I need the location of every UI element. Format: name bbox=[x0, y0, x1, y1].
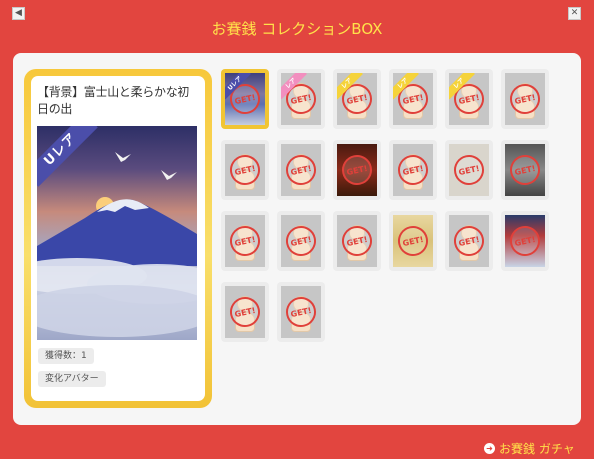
collection-item[interactable]: GET! レア bbox=[445, 69, 493, 129]
collection-item[interactable]: GET! bbox=[501, 69, 549, 129]
detail-image: Uレア bbox=[37, 126, 197, 340]
get-stamp: GET! bbox=[451, 223, 487, 259]
collection-item[interactable]: GET! bbox=[277, 211, 325, 271]
gacha-link[interactable]: ➜ お賽銭 ガチャ bbox=[484, 440, 575, 457]
arrow-right-circle-icon: ➜ bbox=[484, 443, 495, 454]
detail-card-inner: 【背景】富士山と柔らかな初日の出 Uレア 獲得数：1 変化アバター bbox=[31, 76, 205, 401]
collection-item[interactable]: GET! レア bbox=[277, 69, 325, 129]
collection-item-image: GET! bbox=[505, 215, 545, 267]
collection-item-image: GET! bbox=[281, 286, 321, 338]
get-stamp: GET! bbox=[507, 223, 543, 259]
close-icon[interactable]: ✕ bbox=[568, 7, 581, 20]
get-stamp: GET! bbox=[283, 223, 319, 259]
collection-item-image: GET! レア bbox=[393, 73, 433, 125]
collection-item[interactable]: GET! Uレア bbox=[221, 69, 269, 129]
get-stamp: GET! bbox=[507, 152, 543, 188]
collection-item-image: GET! bbox=[337, 215, 377, 267]
page-title: お賽銭 コレクションBOX bbox=[211, 20, 383, 38]
get-stamp: GET! bbox=[395, 152, 431, 188]
get-stamp: GET! bbox=[451, 152, 487, 188]
get-stamp: GET! bbox=[227, 152, 263, 188]
collection-item[interactable]: GET! bbox=[445, 140, 493, 200]
collection-item-image: GET! Uレア bbox=[225, 73, 265, 125]
collection-item-image: GET! レア bbox=[449, 73, 489, 125]
collection-item[interactable]: GET! bbox=[389, 211, 437, 271]
gacha-link-label: お賽銭 ガチャ bbox=[499, 442, 575, 456]
collection-item-image: GET! bbox=[393, 144, 433, 196]
collection-item-image: GET! bbox=[225, 286, 265, 338]
collection-item-image: GET! bbox=[225, 215, 265, 267]
collection-item-image: GET! bbox=[449, 144, 489, 196]
collection-item[interactable]: GET! bbox=[277, 282, 325, 342]
obtained-count-badge: 獲得数：1 bbox=[38, 348, 94, 364]
collection-item-image: GET! bbox=[337, 144, 377, 196]
collection-item-image: GET! bbox=[281, 215, 321, 267]
collection-item-image: GET! bbox=[281, 144, 321, 196]
collection-item-image: GET! bbox=[449, 215, 489, 267]
collection-item[interactable]: GET! bbox=[333, 211, 381, 271]
get-stamp: GET! bbox=[507, 81, 543, 117]
title-bar: ◀ お賽銭 コレクションBOX ✕ bbox=[0, 0, 594, 52]
get-stamp: GET! bbox=[227, 223, 263, 259]
collection-item[interactable]: GET! bbox=[501, 211, 549, 271]
get-stamp: GET! bbox=[283, 294, 319, 330]
collection-item[interactable]: GET! bbox=[221, 140, 269, 200]
collection-item[interactable]: GET! レア bbox=[333, 69, 381, 129]
get-stamp: GET! bbox=[339, 223, 375, 259]
get-stamp: GET! bbox=[339, 152, 375, 188]
collection-panel: 【背景】富士山と柔らかな初日の出 Uレア 獲得数：1 変化アバター GET! Uレ… bbox=[13, 53, 581, 425]
collection-item-image: GET! bbox=[505, 144, 545, 196]
get-stamp: GET! bbox=[227, 294, 263, 330]
collection-item[interactable]: GET! bbox=[277, 140, 325, 200]
collection-item[interactable]: GET! bbox=[389, 140, 437, 200]
collection-item-image: GET! レア bbox=[281, 73, 321, 125]
detail-card: 【背景】富士山と柔らかな初日の出 Uレア 獲得数：1 変化アバター bbox=[24, 69, 212, 408]
collection-item-image: GET! bbox=[225, 144, 265, 196]
collection-item[interactable]: GET! bbox=[333, 140, 381, 200]
collection-item[interactable]: GET! bbox=[445, 211, 493, 271]
detail-title: 【背景】富士山と柔らかな初日の出 bbox=[37, 85, 190, 116]
collection-item[interactable]: GET! bbox=[501, 140, 549, 200]
collection-item[interactable]: GET! レア bbox=[389, 69, 437, 129]
collection-item[interactable]: GET! bbox=[221, 211, 269, 271]
item-type-badge: 変化アバター bbox=[38, 371, 106, 387]
get-stamp: GET! bbox=[283, 152, 319, 188]
collection-item-image: GET! bbox=[393, 215, 433, 267]
collection-item-image: GET! bbox=[505, 73, 545, 125]
collection-item-image: GET! レア bbox=[337, 73, 377, 125]
get-stamp: GET! bbox=[395, 223, 431, 259]
collection-item[interactable]: GET! bbox=[221, 282, 269, 342]
